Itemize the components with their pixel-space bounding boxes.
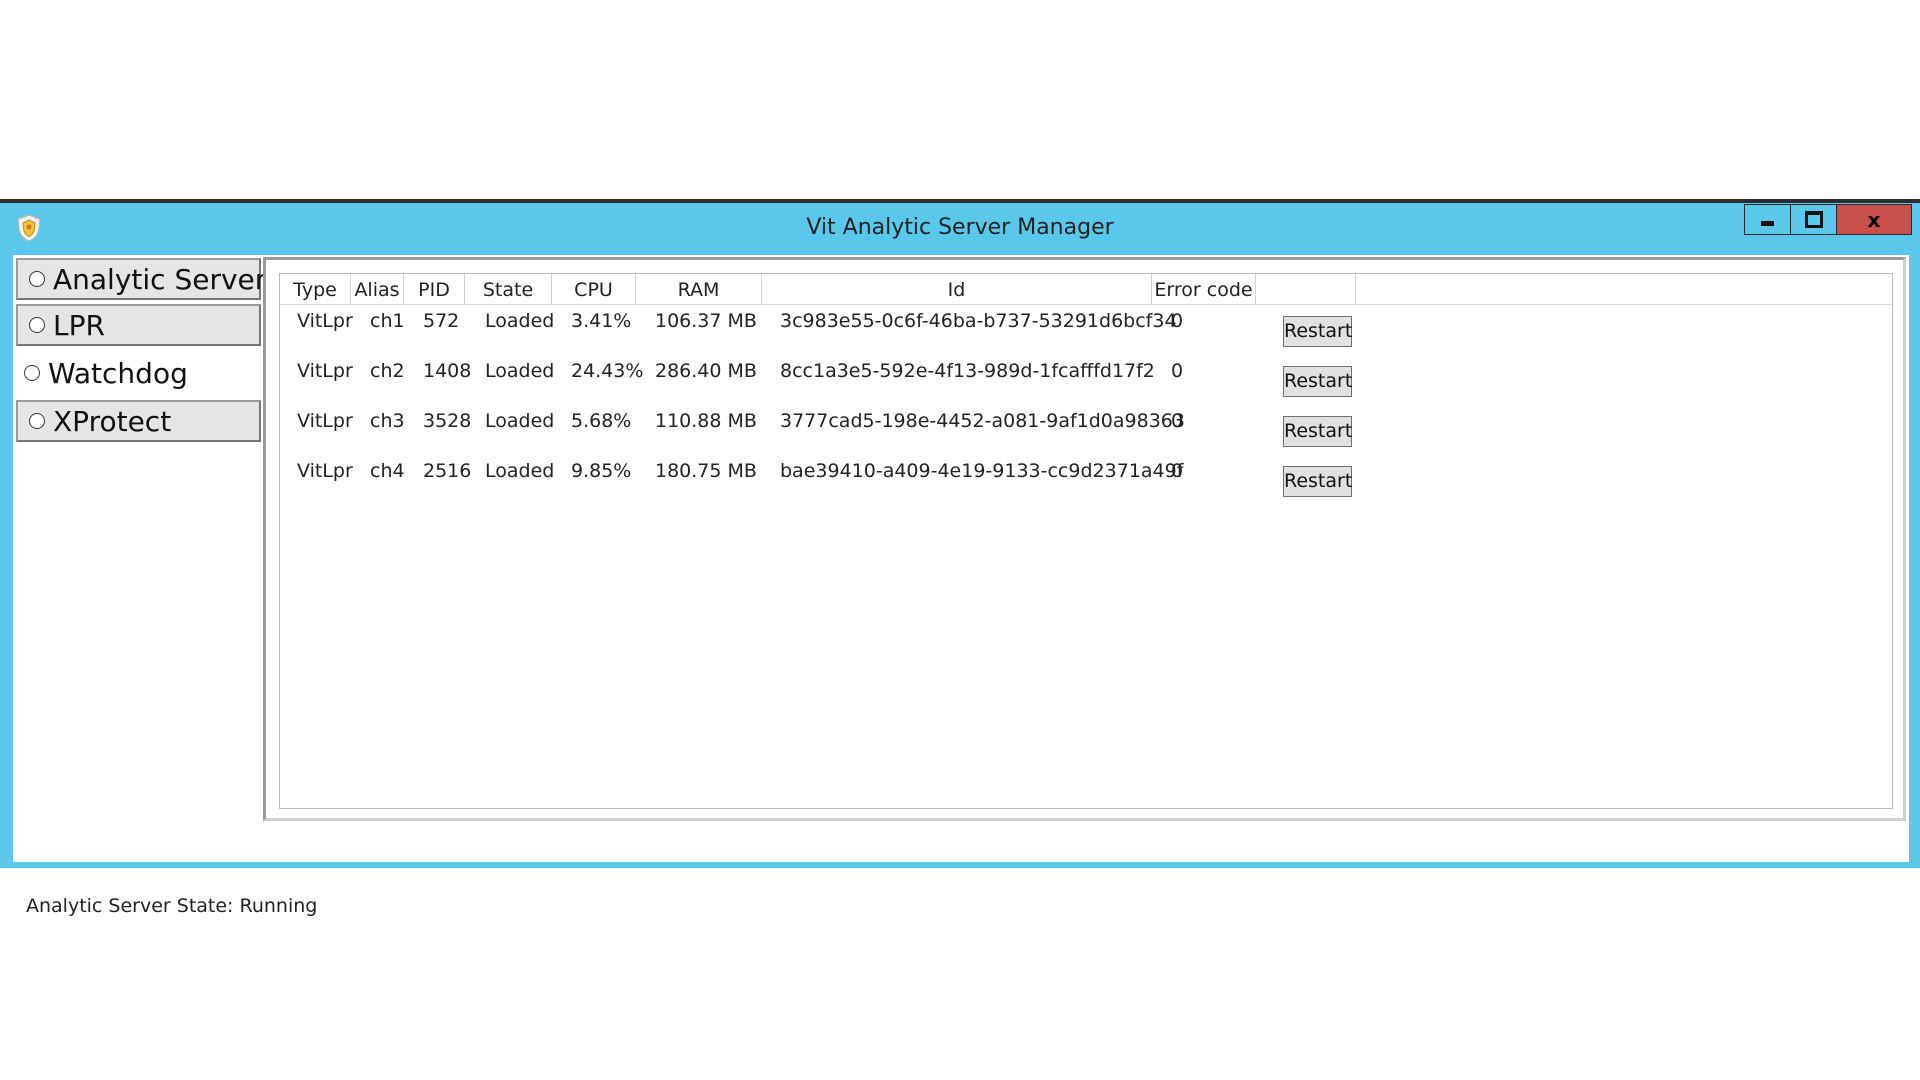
cell-id: 3777cad5-198e-4452-a081-9af1d0a98363 <box>780 410 1185 432</box>
column-header-state[interactable]: State <box>465 274 552 304</box>
sidebar-item-xprotect[interactable]: XProtect <box>16 400 261 442</box>
cell-type: VitLpr <box>297 310 353 332</box>
column-header-action[interactable] <box>1256 274 1356 304</box>
restart-button[interactable]: Restart <box>1283 316 1352 347</box>
sidebar-item-label: XProtect <box>53 404 172 438</box>
table-row: VitLpr ch1 572 Loaded 3.41% 106.37 MB 3c… <box>280 304 1892 354</box>
process-table: Type Alias PID State CPU RAM Id Error co… <box>279 273 1893 809</box>
cell-error-code: 0 <box>1171 410 1184 432</box>
sidebar-item-label: Watchdog <box>48 356 188 390</box>
cell-error-code: 0 <box>1171 310 1184 332</box>
cell-alias: ch2 <box>370 360 405 382</box>
column-header-error-code[interactable]: Error code <box>1152 274 1256 304</box>
minimize-icon <box>1761 221 1774 226</box>
radio-icon[interactable] <box>29 413 45 429</box>
cell-id: 8cc1a3e5-592e-4f13-989d-1fcafffd17f2 <box>780 360 1155 382</box>
column-header-cpu[interactable]: CPU <box>552 274 636 304</box>
cell-alias: ch1 <box>370 310 405 332</box>
radio-icon[interactable] <box>29 317 45 333</box>
sidebar-item-label: Analytic Server <box>53 262 267 296</box>
column-header-pid[interactable]: PID <box>404 274 465 304</box>
table-row: VitLpr ch4 2516 Loaded 9.85% 180.75 MB b… <box>280 454 1892 504</box>
cell-pid: 2516 <box>423 460 472 482</box>
close-icon: x <box>1867 207 1881 232</box>
sidebar-item-lpr[interactable]: LPR <box>16 304 261 346</box>
maximize-icon <box>1804 211 1823 228</box>
restart-button[interactable]: Restart <box>1283 366 1352 397</box>
cell-pid: 3528 <box>423 410 472 432</box>
table-row: VitLpr ch3 3528 Loaded 5.68% 110.88 MB 3… <box>280 404 1892 454</box>
cell-ram: 110.88 MB <box>655 410 757 432</box>
sidebar-item-analytic-server[interactable]: Analytic Server <box>16 258 266 300</box>
cell-pid: 572 <box>423 310 460 332</box>
sidebar: Analytic Server LPR Watchdog XProtect <box>13 255 266 815</box>
maximize-button[interactable] <box>1790 204 1837 235</box>
cell-cpu: 3.41% <box>571 310 632 332</box>
cell-ram: 286.40 MB <box>655 360 757 382</box>
cell-state: Loaded <box>485 310 555 332</box>
cell-pid: 1408 <box>423 360 472 382</box>
sidebar-item-label: LPR <box>53 308 105 342</box>
cell-type: VitLpr <box>297 360 353 382</box>
column-header-ram[interactable]: RAM <box>636 274 762 304</box>
cell-id: bae39410-a409-4e19-9133-cc9d2371a49f <box>780 460 1184 482</box>
content-panel: Type Alias PID State CPU RAM Id Error co… <box>263 257 1906 821</box>
cell-id: 3c983e55-0c6f-46ba-b737-53291d6bcf34 <box>780 310 1177 332</box>
sidebar-item-watchdog[interactable]: Watchdog <box>16 352 261 394</box>
cell-error-code: 0 <box>1171 460 1184 482</box>
cell-alias: ch4 <box>370 460 405 482</box>
cell-ram: 180.75 MB <box>655 460 757 482</box>
cell-type: VitLpr <box>297 410 353 432</box>
column-header-id[interactable]: Id <box>762 274 1152 304</box>
cell-state: Loaded <box>485 460 555 482</box>
column-header-alias[interactable]: Alias <box>351 274 404 304</box>
close-button[interactable]: x <box>1836 204 1912 235</box>
restart-button[interactable]: Restart <box>1283 416 1352 447</box>
table-header: Type Alias PID State CPU RAM Id Error co… <box>280 274 1892 305</box>
client-area: Analytic Server LPR Watchdog XProtect Ty… <box>13 255 1909 917</box>
cell-cpu: 9.85% <box>571 460 632 482</box>
cell-error-code: 0 <box>1171 360 1184 382</box>
column-header-type[interactable]: Type <box>280 274 351 304</box>
cell-state: Loaded <box>485 410 555 432</box>
title-bar[interactable]: Vit Analytic Server Manager x <box>0 203 1920 255</box>
cell-state: Loaded <box>485 360 555 382</box>
radio-icon[interactable] <box>29 271 45 287</box>
window-title: Vit Analytic Server Manager <box>806 215 1114 240</box>
status-text: Analytic Server State: Running <box>26 895 318 917</box>
cell-type: VitLpr <box>297 460 353 482</box>
cell-cpu: 24.43% <box>571 360 644 382</box>
table-row: VitLpr ch2 1408 Loaded 24.43% 286.40 MB … <box>280 354 1892 404</box>
cell-cpu: 5.68% <box>571 410 632 432</box>
cell-ram: 106.37 MB <box>655 310 757 332</box>
restart-button[interactable]: Restart <box>1283 466 1352 497</box>
radio-icon[interactable] <box>24 365 40 381</box>
minimize-button[interactable] <box>1744 204 1791 235</box>
cell-alias: ch3 <box>370 410 405 432</box>
app-window: Vit Analytic Server Manager x Analytic S… <box>0 199 1920 917</box>
